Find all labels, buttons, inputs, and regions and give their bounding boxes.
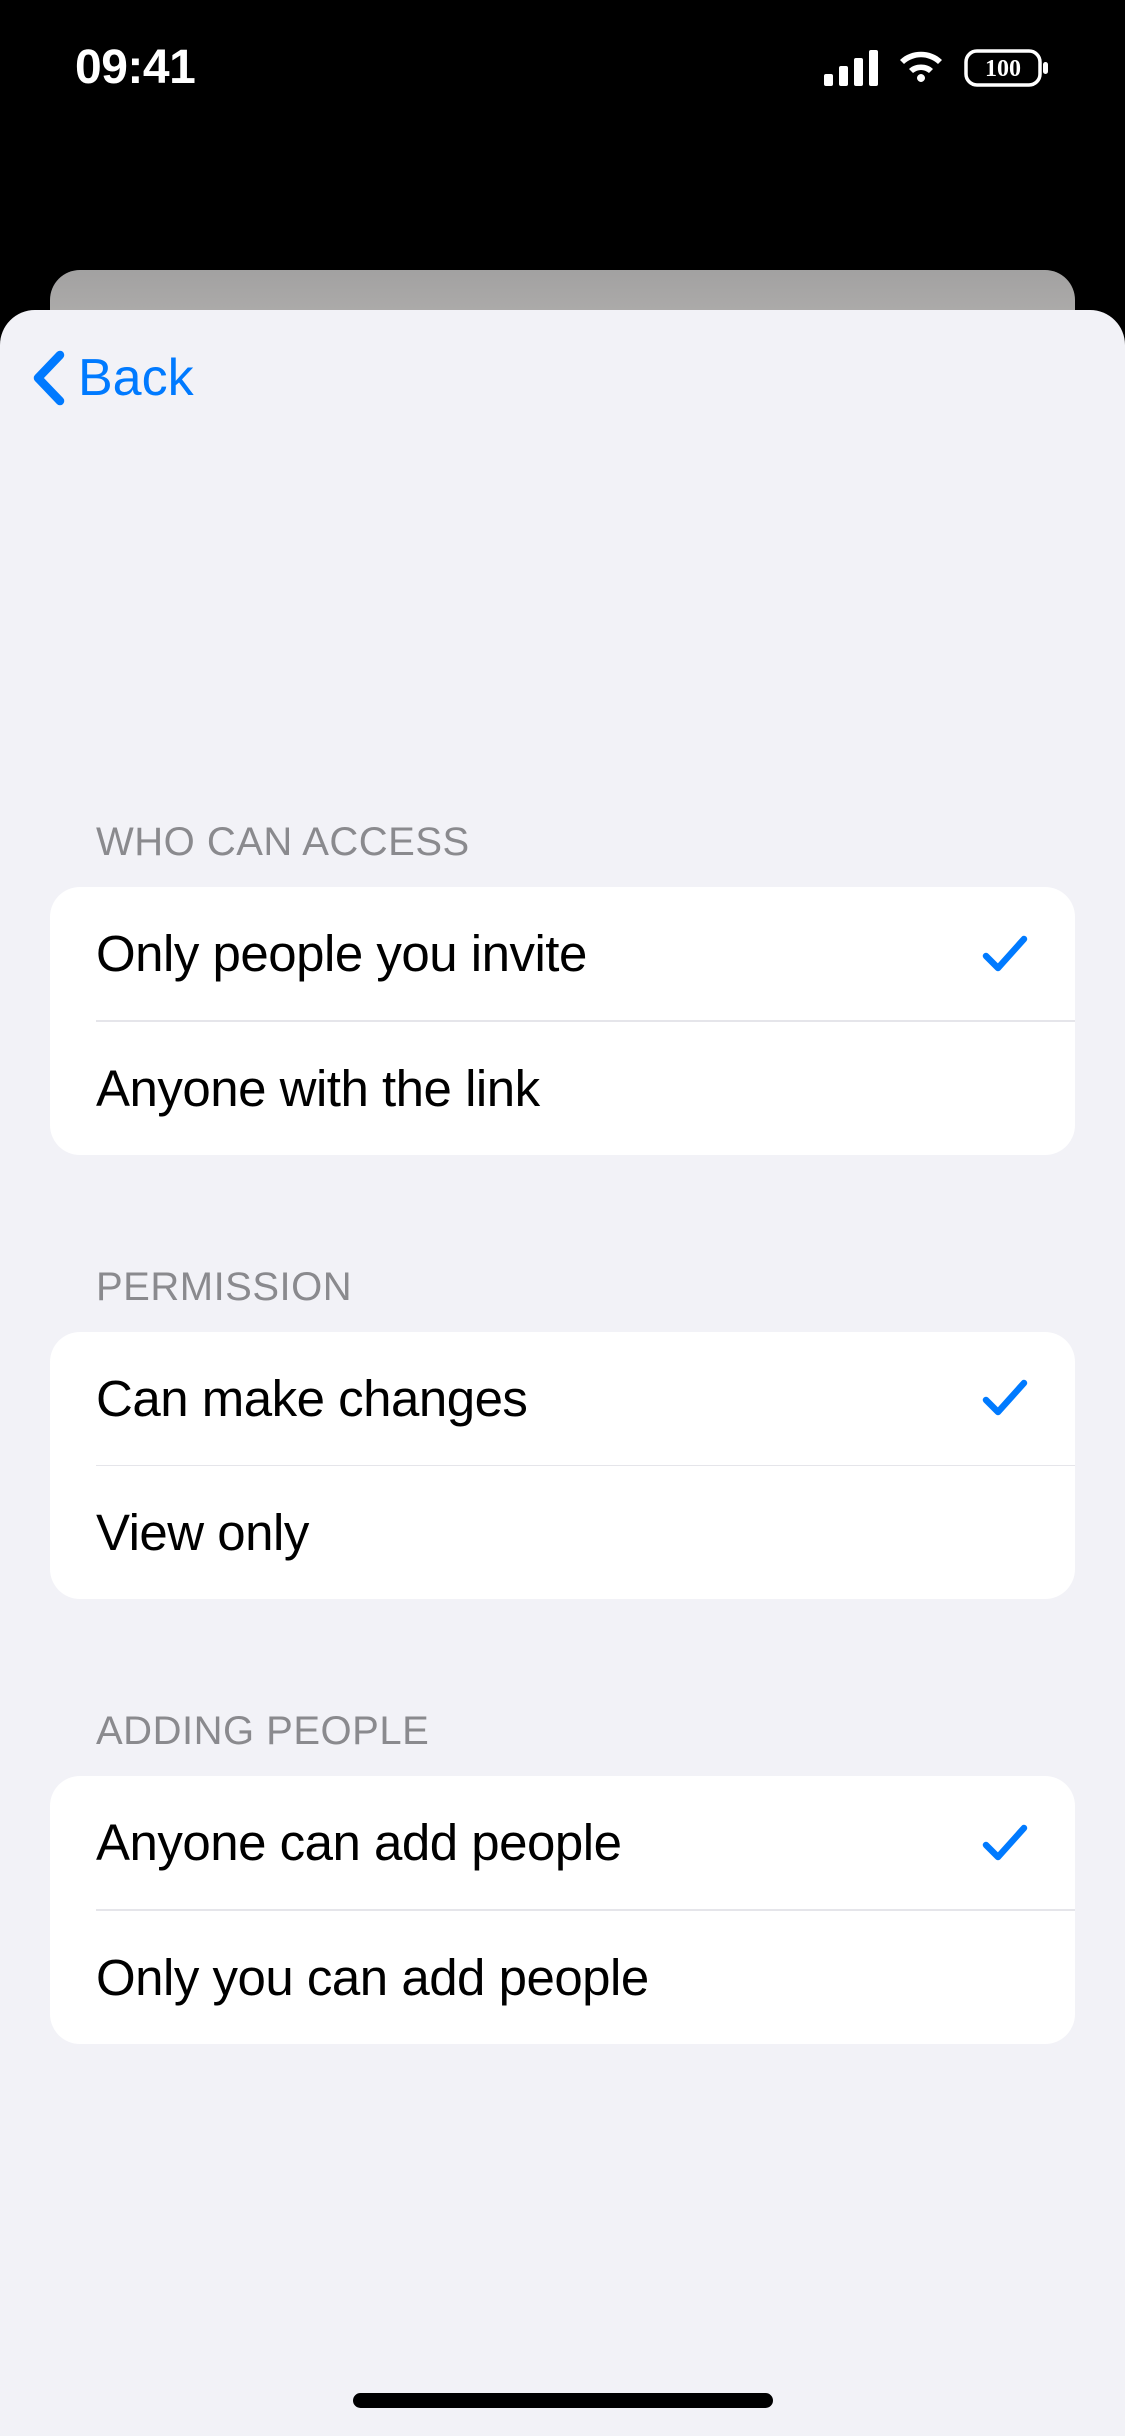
chevron-left-icon	[30, 349, 66, 407]
status-indicators: 100	[824, 49, 1050, 87]
back-label: Back	[78, 348, 194, 408]
checkmark-icon	[981, 932, 1029, 976]
checkmark-icon	[981, 1376, 1029, 1420]
option-only-you-can-add-people[interactable]: Only you can add people	[50, 1911, 1075, 2044]
option-anyone-can-add-people[interactable]: Anyone can add people	[50, 1776, 1075, 1909]
section-header-access: WHO CAN ACCESS	[50, 820, 1075, 887]
wifi-icon	[896, 50, 946, 86]
option-anyone-with-link[interactable]: Anyone with the link	[50, 1022, 1075, 1155]
section-header-adding: ADDING PEOPLE	[50, 1709, 1075, 1776]
svg-text:100: 100	[985, 56, 1021, 82]
option-only-people-you-invite[interactable]: Only people you invite	[50, 887, 1075, 1020]
section-header-permission: PERMISSION	[50, 1265, 1075, 1332]
nav-bar: Back	[0, 310, 1125, 445]
section-group-access: Only people you invite Anyone with the l…	[50, 887, 1075, 1155]
option-label: Anyone with the link	[96, 1059, 540, 1118]
content: WHO CAN ACCESS Only people you invite An…	[0, 445, 1125, 2044]
option-label: Only people you invite	[96, 924, 587, 983]
status-time: 09:41	[75, 40, 195, 95]
option-label: Can make changes	[96, 1369, 527, 1428]
checkmark-icon	[981, 1821, 1029, 1865]
spacer	[50, 445, 1075, 820]
option-label: Anyone can add people	[96, 1813, 621, 1872]
back-button[interactable]: Back	[30, 348, 194, 408]
option-label: View only	[96, 1503, 309, 1562]
section-group-adding: Anyone can add people Only you can add p…	[50, 1776, 1075, 2044]
settings-sheet: Back WHO CAN ACCESS Only people you invi…	[0, 310, 1125, 2436]
battery-icon: 100	[964, 49, 1050, 87]
option-view-only[interactable]: View only	[50, 1466, 1075, 1599]
home-indicator[interactable]	[353, 2393, 773, 2408]
status-bar: 09:41 100	[0, 0, 1125, 135]
option-label: Only you can add people	[96, 1948, 649, 2007]
cellular-icon	[824, 50, 878, 86]
section-group-permission: Can make changes View only	[50, 1332, 1075, 1600]
option-can-make-changes[interactable]: Can make changes	[50, 1332, 1075, 1465]
